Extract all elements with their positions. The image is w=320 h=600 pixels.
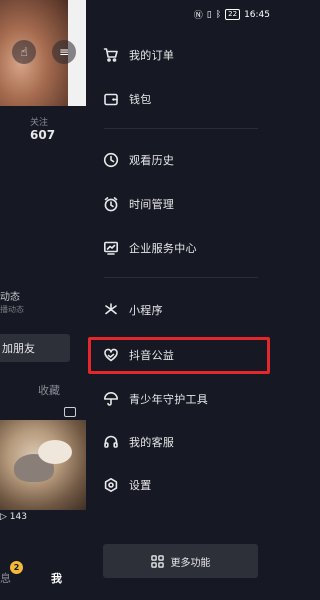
menu-item-label: 观看历史 — [129, 154, 175, 167]
profile-cover-image: ☝ ≡ — [0, 0, 86, 106]
vibrate-icon: ▯ — [206, 9, 212, 20]
side-drawer: Ⓝ ▯ ᛒ 22 16:45 我的订单 钱包 观看历史 时间管理 企业服务中心 … — [86, 0, 276, 600]
add-friend-button[interactable]: 加朋友 — [0, 334, 70, 362]
background-profile-page: ☝ ≡ 关注 607 动态 播动态 加朋友 收藏 ▷ 143 2 息 我 — [0, 0, 86, 600]
status-time: 16:45 — [244, 9, 270, 20]
menu-divider — [104, 128, 258, 129]
menu-item-label: 钱包 — [129, 93, 152, 106]
headset-icon — [103, 434, 119, 450]
thumbnail-cat — [38, 440, 72, 464]
umbrella-icon — [103, 391, 119, 407]
hexagon-gear-icon — [103, 477, 119, 493]
menu-item-wallet[interactable]: 钱包 — [86, 81, 276, 117]
video-thumbnail[interactable] — [0, 420, 86, 510]
menu-item-label: 小程序 — [129, 304, 163, 317]
asterisk-icon — [103, 302, 119, 318]
bluetooth-icon: ᛒ — [215, 9, 222, 20]
menu-item-mini-programs[interactable]: 小程序 — [86, 292, 276, 328]
menu-item-label: 青少年守护工具 — [129, 393, 209, 406]
dynamics-subtitle: 播动态 — [0, 305, 24, 314]
menu-item-label: 我的订单 — [129, 49, 175, 62]
menu-item-settings[interactable]: 设置 — [86, 467, 276, 503]
menu-item-label: 企业服务中心 — [129, 242, 197, 255]
hand-icon[interactable]: ☝ — [12, 40, 36, 64]
menu-item-enterprise-center[interactable]: 企业服务中心 — [86, 230, 276, 266]
monitor-chart-icon — [103, 240, 119, 256]
tab-collect[interactable]: 收藏 — [38, 382, 60, 398]
menu-item-history[interactable]: 观看历史 — [86, 142, 276, 178]
tab-messages[interactable]: 息 — [0, 570, 11, 586]
following-label: 关注 — [30, 118, 49, 128]
menu-icon[interactable]: ≡ — [52, 40, 76, 64]
more-features-label: 更多功能 — [170, 557, 211, 569]
video-views: ▷ 143 — [0, 512, 27, 522]
menu-item-label: 设置 — [129, 479, 152, 492]
battery-icon: 22 — [225, 9, 241, 20]
wallet-icon — [103, 91, 119, 107]
grid-icon — [150, 554, 164, 568]
more-features-button[interactable]: 更多功能 — [103, 544, 258, 578]
menu-item-customer-service[interactable]: 我的客服 — [86, 424, 276, 460]
highlight-box — [88, 337, 270, 374]
menu-item-label: 时间管理 — [129, 198, 175, 211]
nfc-icon: Ⓝ — [193, 11, 203, 21]
gallery-icon — [64, 407, 76, 417]
menu-item-label: 我的客服 — [129, 436, 175, 449]
following-count[interactable]: 607 — [30, 128, 55, 142]
tab-me[interactable]: 我 — [51, 570, 62, 586]
clock-icon — [103, 152, 119, 168]
cart-icon — [103, 47, 119, 63]
menu-item-youth-protection[interactable]: 青少年守护工具 — [86, 381, 276, 417]
video-views-count: 143 — [9, 512, 27, 522]
status-bar: Ⓝ ▯ ᛒ 22 16:45 — [194, 8, 270, 21]
menu-divider — [104, 277, 258, 278]
messages-badge: 2 — [10, 561, 23, 574]
dynamics-title: 动态 — [0, 292, 20, 303]
menu-item-time-management[interactable]: 时间管理 — [86, 186, 276, 222]
menu-item-orders[interactable]: 我的订单 — [86, 37, 276, 73]
alarm-icon — [103, 196, 119, 212]
